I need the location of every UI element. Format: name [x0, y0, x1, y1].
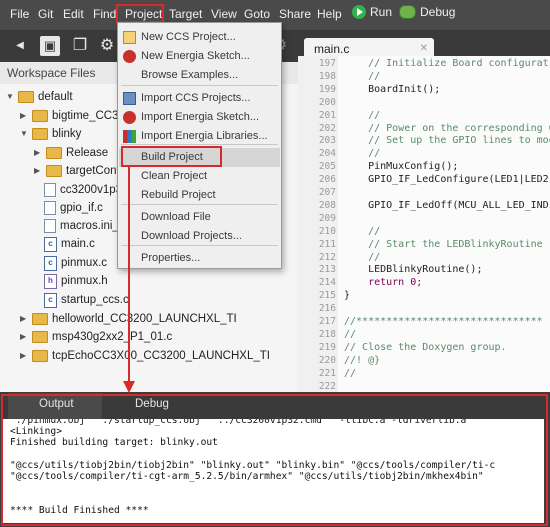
annotation-arrow	[123, 167, 135, 393]
arrow-head	[123, 381, 135, 393]
